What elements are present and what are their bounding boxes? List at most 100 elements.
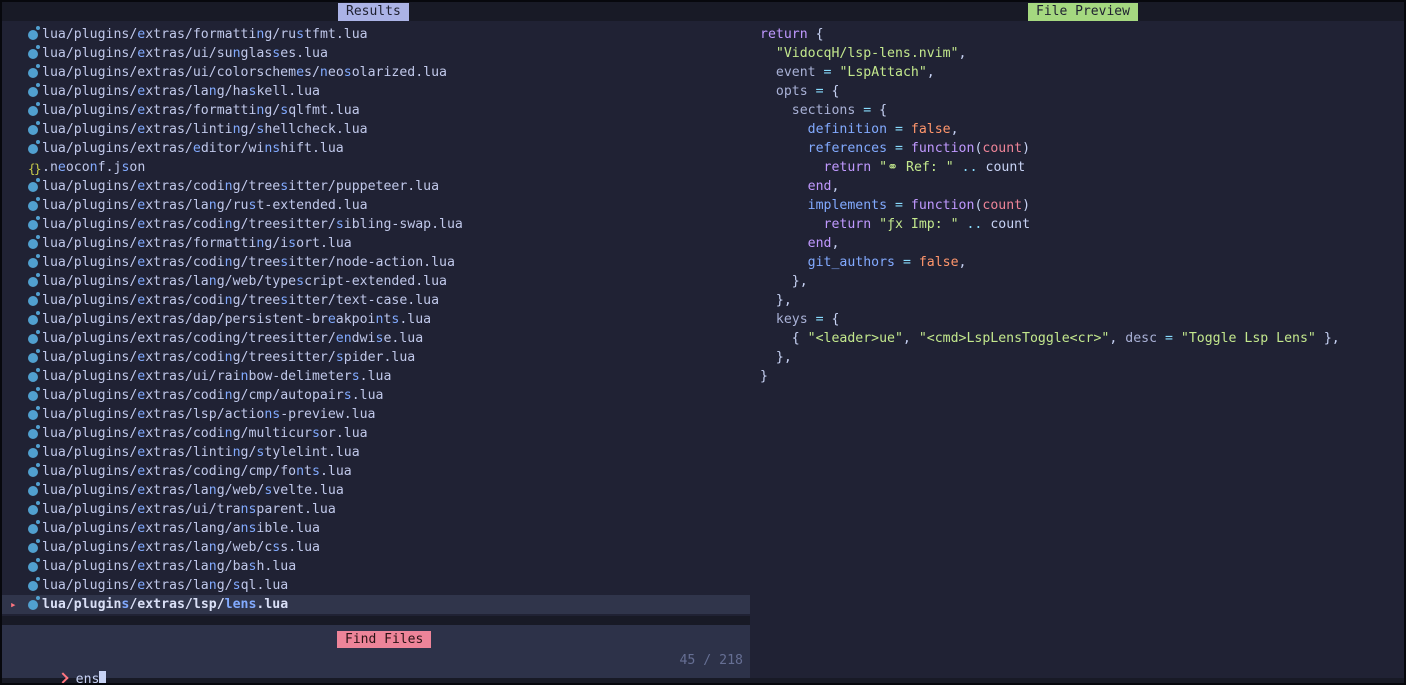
lua-file-icon <box>28 122 39 135</box>
results-list: lua/plugins/extras/formatting/rustfmt.lu… <box>2 25 750 614</box>
lua-file-icon <box>28 217 39 230</box>
code-line: end, <box>760 234 1340 253</box>
file-path: lua/plugins/extras/ui/sunglasses.lua <box>42 46 328 61</box>
result-row[interactable]: lua/plugins/extras/lang/haskell.lua <box>2 82 750 101</box>
result-row[interactable]: lua/plugins/extras/coding/treesitter/nod… <box>2 253 750 272</box>
result-row[interactable]: lua/plugins/extras/lang/sql.lua <box>2 576 750 595</box>
result-row[interactable]: lua/plugins/extras/lang/web/typescript-e… <box>2 272 750 291</box>
lua-file-icon <box>28 369 39 382</box>
file-path: lua/plugins/extras/coding/treesitter/sib… <box>42 217 463 232</box>
lua-file-icon <box>28 274 39 287</box>
file-path: lua/plugins/extras/formatting/rustfmt.lu… <box>42 27 368 42</box>
file-path: lua/plugins/extras/linting/stylelint.lua <box>42 445 360 460</box>
result-row[interactable]: lua/plugins/extras/linting/stylelint.lua <box>2 443 750 462</box>
file-path: lua/plugins/extras/coding/treesitter/pup… <box>42 179 439 194</box>
lua-file-icon <box>28 578 39 591</box>
result-row[interactable]: lua/plugins/extras/coding/treesitter/sib… <box>2 215 750 234</box>
code-line: keys = { <box>760 310 1340 329</box>
result-row[interactable]: lua/plugins/extras/lsp/actions-preview.l… <box>2 405 750 424</box>
prompt-input[interactable]: ens <box>76 672 100 685</box>
prompt-line[interactable]: ens 45 / 218 <box>2 651 750 670</box>
result-row[interactable]: ▸lua/plugins/extras/lsp/lens.lua <box>2 595 750 614</box>
result-row[interactable]: lua/plugins/extras/coding/multicursor.lu… <box>2 424 750 443</box>
result-row[interactable]: lua/plugins/extras/formatting/isort.lua <box>2 234 750 253</box>
code-line: sections = { <box>760 101 1340 120</box>
result-row[interactable]: lua/plugins/extras/lang/web/svelte.lua <box>2 481 750 500</box>
lua-file-icon <box>28 27 39 40</box>
file-path: lua/plugins/extras/coding/treesitter/tex… <box>42 293 439 308</box>
results-title-badge: Results <box>338 3 409 21</box>
code-line: }, <box>760 291 1340 310</box>
result-row[interactable]: {}.neoconf.json <box>2 158 750 177</box>
telescope-finder-window: lua/plugins/extras/formatting/rustfmt.lu… <box>0 0 1406 685</box>
preview-code: return { "VidocqH/lsp-lens.nvim", event … <box>760 25 1340 386</box>
file-path: lua/plugins/extras/lsp/lens.lua <box>42 597 288 612</box>
code-line: }, <box>760 272 1340 291</box>
lua-file-icon <box>28 179 39 192</box>
result-row[interactable]: lua/plugins/extras/coding/cmp/fonts.lua <box>2 462 750 481</box>
lua-file-icon <box>28 236 39 249</box>
lua-file-icon <box>28 350 39 363</box>
lua-file-icon <box>28 483 39 496</box>
result-row[interactable]: lua/plugins/extras/lang/rust-extended.lu… <box>2 196 750 215</box>
code-line: end, <box>760 177 1340 196</box>
code-line: return "⚭ Ref: " .. count <box>760 158 1340 177</box>
file-path: lua/plugins/extras/lang/bash.lua <box>42 559 296 574</box>
code-line: return "ƒx Imp: " .. count <box>760 215 1340 234</box>
file-path: lua/plugins/extras/lsp/actions-preview.l… <box>42 407 376 422</box>
prompt-pane[interactable]: Find Files ens 45 / 218 <box>2 625 750 678</box>
result-row[interactable]: lua/plugins/extras/lang/web/css.lua <box>2 538 750 557</box>
result-row[interactable]: lua/plugins/extras/coding/treesitter/spi… <box>2 348 750 367</box>
file-path: lua/plugins/extras/lang/haskell.lua <box>42 84 320 99</box>
result-row[interactable]: lua/plugins/extras/formatting/rustfmt.lu… <box>2 25 750 44</box>
lua-file-icon <box>28 312 39 325</box>
result-row[interactable]: lua/plugins/extras/coding/treesitter/end… <box>2 329 750 348</box>
code-line: references = function(count) <box>760 139 1340 158</box>
result-row[interactable]: lua/plugins/extras/coding/treesitter/tex… <box>2 291 750 310</box>
lua-file-icon <box>28 388 39 401</box>
code-line: } <box>760 367 1340 386</box>
lua-file-icon <box>28 84 39 97</box>
preview-title-badge: File Preview <box>1028 3 1138 21</box>
lua-file-icon <box>28 103 39 116</box>
lua-file-icon <box>28 426 39 439</box>
file-preview-pane[interactable]: return { "VidocqH/lsp-lens.nvim", event … <box>750 21 1404 678</box>
file-path: lua/plugins/extras/coding/treesitter/end… <box>42 331 423 346</box>
result-row[interactable]: lua/plugins/extras/ui/sunglasses.lua <box>2 44 750 63</box>
code-line: event = "LspAttach", <box>760 63 1340 82</box>
result-row[interactable]: lua/plugins/extras/formatting/sqlfmt.lua <box>2 101 750 120</box>
result-row[interactable]: lua/plugins/extras/coding/cmp/autopairs.… <box>2 386 750 405</box>
lua-file-icon <box>28 141 39 154</box>
result-counter: 45 / 218 <box>679 651 743 670</box>
lua-file-icon <box>28 255 39 268</box>
result-row[interactable]: lua/plugins/extras/lang/bash.lua <box>2 557 750 576</box>
result-row[interactable]: lua/plugins/extras/ui/transparent.lua <box>2 500 750 519</box>
prompt-chevron-icon <box>57 672 68 683</box>
lua-file-icon <box>28 198 39 211</box>
result-row[interactable]: lua/plugins/extras/lang/ansible.lua <box>2 519 750 538</box>
file-path: lua/plugins/extras/editor/winshift.lua <box>42 141 344 156</box>
file-path: lua/plugins/extras/linting/shellcheck.lu… <box>42 122 368 137</box>
file-path: lua/plugins/extras/ui/rainbow-delimeters… <box>42 369 391 384</box>
lua-file-icon <box>28 407 39 420</box>
lua-file-icon <box>28 502 39 515</box>
file-path: lua/plugins/extras/formatting/isort.lua <box>42 236 352 251</box>
result-row[interactable]: lua/plugins/extras/ui/colorschemes/neoso… <box>2 63 750 82</box>
result-row[interactable]: lua/plugins/extras/editor/winshift.lua <box>2 139 750 158</box>
result-row[interactable]: lua/plugins/extras/ui/rainbow-delimeters… <box>2 367 750 386</box>
results-pane[interactable]: lua/plugins/extras/formatting/rustfmt.lu… <box>2 21 750 616</box>
code-line: implements = function(count) <box>760 196 1340 215</box>
json-file-icon: {} <box>28 159 39 172</box>
file-path: .neoconf.json <box>42 160 145 175</box>
file-path: lua/plugins/extras/ui/colorschemes/neoso… <box>42 65 447 80</box>
lua-file-icon <box>28 445 39 458</box>
result-row[interactable]: lua/plugins/extras/coding/treesitter/pup… <box>2 177 750 196</box>
lua-file-icon <box>28 331 39 344</box>
lua-file-icon <box>28 597 39 610</box>
lua-file-icon <box>28 65 39 78</box>
file-path: lua/plugins/extras/lang/rust-extended.lu… <box>42 198 368 213</box>
result-row[interactable]: lua/plugins/extras/linting/shellcheck.lu… <box>2 120 750 139</box>
result-row[interactable]: lua/plugins/extras/dap/persistent-breakp… <box>2 310 750 329</box>
file-path: lua/plugins/extras/coding/multicursor.lu… <box>42 426 368 441</box>
lua-file-icon <box>28 46 39 59</box>
